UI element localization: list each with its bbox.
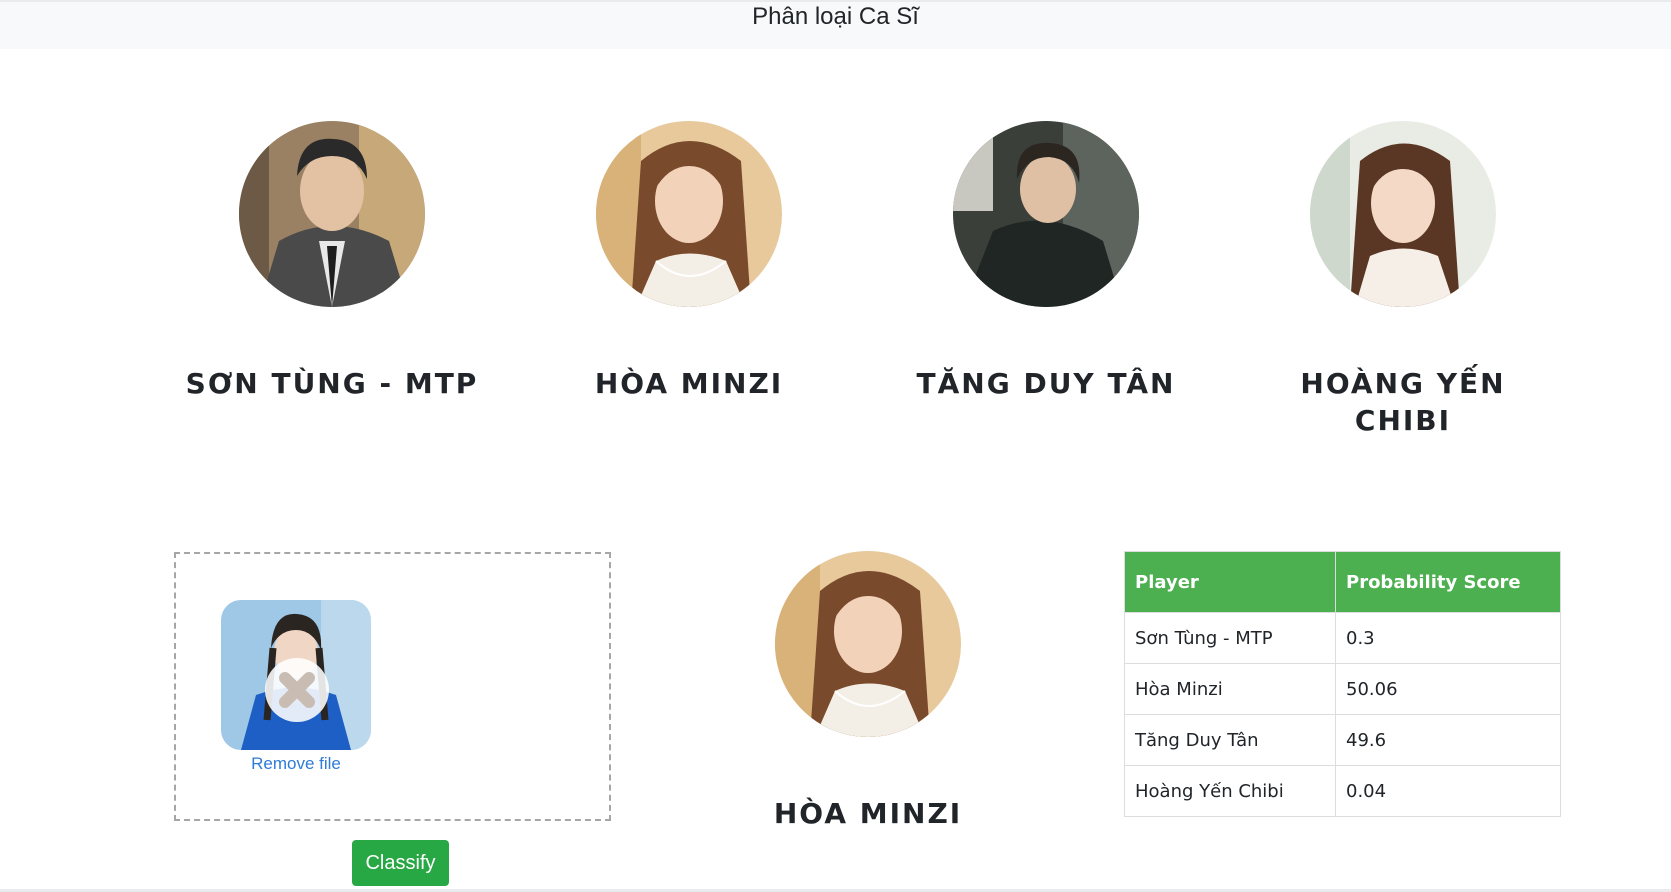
table-row: Tăng Duy Tân 49.6 (1124, 714, 1561, 766)
score-cell: 0.04 (1335, 765, 1561, 817)
portrait-hoa-minzi-icon (775, 551, 961, 737)
singer-name: TĂNG DUY TÂN (916, 367, 1176, 400)
singer-name: HOÀNG YẾN CHIBI (1300, 367, 1506, 437)
portrait-son-tung-icon (239, 121, 425, 307)
column-header-score: Probability Score (1335, 551, 1561, 613)
player-cell: Tăng Duy Tân (1124, 714, 1336, 766)
singer-card-hoang-yen-chibi: HOÀNG YẾN CHIBI (1243, 121, 1563, 439)
page-title[interactable]: Phân loại Ca Sĩ (752, 2, 919, 32)
player-cell: Sơn Tùng - MTP (1124, 612, 1336, 664)
player-cell: Hòa Minzi (1124, 663, 1336, 715)
singer-card-tang-duy-tan: TĂNG DUY TÂN (886, 121, 1206, 402)
portrait-tang-duy-tan-icon (953, 121, 1139, 307)
classify-button[interactable]: Classify (352, 840, 449, 886)
result-card: HÒA MINZI (708, 551, 1028, 832)
singer-name: HÒA MINZI (594, 367, 784, 400)
result-singer-name: HÒA MINZI (773, 797, 963, 830)
table-header-row: Player Probability Score (1124, 551, 1561, 613)
score-cell: 49.6 (1335, 714, 1561, 766)
navbar: Phân loại Ca Sĩ (0, 0, 1671, 49)
column-header-player: Player (1124, 551, 1336, 613)
table-row: Sơn Tùng - MTP 0.3 (1124, 612, 1561, 664)
uploaded-image-preview (221, 600, 371, 750)
score-cell: 0.3 (1335, 612, 1561, 664)
singer-name: SƠN TÙNG - MTP (185, 367, 479, 400)
portrait-hoang-yen-chibi-icon (1310, 121, 1496, 307)
player-cell: Hoàng Yến Chibi (1124, 765, 1336, 817)
table-row: Hoàng Yến Chibi 0.04 (1124, 765, 1561, 817)
score-cell: 50.06 (1335, 663, 1561, 715)
singer-card-son-tung: SƠN TÙNG - MTP (172, 121, 492, 402)
remove-x-icon[interactable] (265, 658, 329, 722)
singer-card-hoa-minzi: HÒA MINZI (529, 121, 849, 402)
portrait-hoa-minzi-icon (596, 121, 782, 307)
remove-file-link[interactable]: Remove file (221, 754, 371, 774)
upload-dropzone[interactable]: Remove file (174, 552, 611, 821)
probability-table: Player Probability Score Sơn Tùng - MTP … (1124, 551, 1561, 817)
table-row: Hòa Minzi 50.06 (1124, 663, 1561, 715)
